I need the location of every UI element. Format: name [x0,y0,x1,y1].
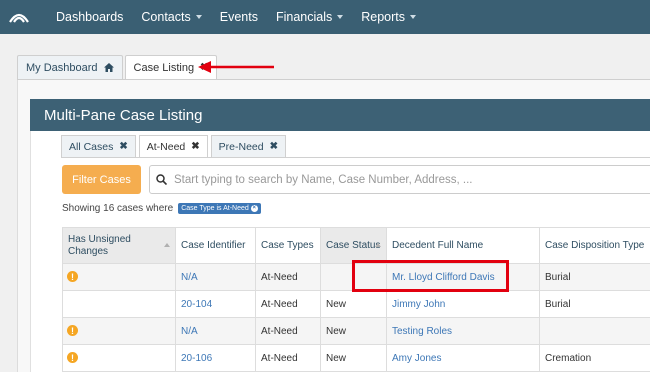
cell-decedent-name[interactable]: Jimmy John [386,290,540,318]
col-case-status[interactable]: Case Status [320,227,387,264]
panel-body: All Cases ✖ At-Need ✖ Pre-Need ✖ Filter Cas… [30,131,650,372]
cell-case-id[interactable]: 20-104 [175,290,256,318]
close-icon[interactable]: ✖ [191,141,199,152]
tab-case-listing-label: Case Listing [133,61,195,74]
col-case-identifier[interactable]: Case Identifier [175,227,256,264]
cell-case-id[interactable]: N/A [175,263,256,291]
nav-dashboards-label: Dashboards [56,10,124,24]
search-icon [156,174,167,185]
cell-warning: ! [62,263,176,291]
cell-status: New [320,317,387,345]
filter-cases-button[interactable]: Filter Cases [62,165,141,194]
table-header-row: Has Unsigned Changes Case Identifier Cas… [62,227,650,264]
col-case-status-label: Case Status [326,239,381,251]
nav-financials-label: Financials [275,10,333,24]
nav-financials[interactable]: Financials [275,10,344,24]
search-placeholder: Start typing to search by Name, Case Num… [174,173,473,186]
case-listing-panel: Multi-Pane Case Listing All Cases ✖ At-Ne… [17,80,650,372]
nav-events-label: Events [219,10,258,24]
col-case-identifier-label: Case Identifier [181,239,246,251]
table-row[interactable]: ! N/A At-Need New Testing Roles [62,317,650,345]
cell-case-type: At-Need [255,317,321,345]
warning-icon: ! [67,352,78,364]
page-tabs: My Dashboard Case Listing ✖ [17,55,219,79]
cell-case-id[interactable]: 20-106 [175,344,256,372]
case-search-input[interactable]: Start typing to search by Name, Case Num… [149,165,650,194]
cell-case-type: At-Need [255,344,321,372]
tab-pre-need[interactable]: Pre-Need ✖ [210,135,287,157]
sort-icon [375,243,381,247]
close-icon[interactable]: ✖ [119,141,127,152]
col-disposition-type[interactable]: Case Disposition Type [539,227,650,264]
case-table: Has Unsigned Changes Case Identifier Cas… [62,227,650,372]
tab-at-need-label: At-Need [146,140,186,153]
tab-pre-need-label: Pre-Need [218,140,264,153]
col-disposition-type-label: Case Disposition Type [545,239,645,251]
results-summary: Showing 16 cases where Case Type is At-N… [62,203,261,214]
cell-decedent-name[interactable]: Testing Roles [386,317,540,345]
cell-status: New [320,344,387,372]
cell-case-type: At-Need [255,290,321,318]
case-type-tabs: All Cases ✖ At-Need ✖ Pre-Need ✖ [61,135,289,157]
cell-disposition: Burial [539,263,650,291]
col-unsigned-changes-label: Has Unsigned Changes [68,233,131,257]
caret-down-icon [337,15,344,19]
cell-disposition: Cremation [539,344,650,372]
caret-down-icon [195,15,202,19]
cell-decedent-name[interactable]: Amy Jones [386,344,540,372]
cell-warning [62,290,176,318]
tab-my-dashboard-label: My Dashboard [26,61,98,74]
sub-tab-divider [61,157,650,158]
remove-filter-icon[interactable]: × [250,205,258,212]
warning-icon: ! [67,325,78,337]
tab-all-cases[interactable]: All Cases ✖ [61,135,136,157]
top-navbar: Dashboards Contacts Events Financials Re… [0,0,650,34]
col-case-types[interactable]: Case Types [255,227,321,264]
nav-contacts-label: Contacts [141,10,191,24]
tab-all-cases-label: All Cases [69,140,114,153]
arc-logo-icon[interactable] [0,0,38,34]
nav-reports[interactable]: Reports [361,10,417,24]
cell-case-id[interactable]: N/A [175,317,256,345]
nav-dashboards[interactable]: Dashboards [56,10,123,24]
tab-my-dashboard[interactable]: My Dashboard [17,55,123,79]
col-unsigned-changes[interactable]: Has Unsigned Changes [62,227,176,264]
cell-disposition [539,317,650,345]
close-icon[interactable]: ✖ [270,141,278,152]
cell-warning: ! [62,317,176,345]
tab-at-need[interactable]: At-Need ✖ [138,135,208,157]
table-row[interactable]: ! 20-106 At-Need New Amy Jones Cremation [62,344,650,372]
home-icon [103,63,114,72]
nav-reports-label: Reports [361,10,406,24]
annotation-highlight-box [352,260,509,292]
nav-events[interactable]: Events [220,10,258,24]
filter-badge-label: Case Type is At-Need [181,205,249,212]
warning-icon: ! [67,271,78,283]
table-row[interactable]: 20-104 At-Need New Jimmy John Burial [62,290,650,318]
results-count-text: Showing 16 cases where [62,203,174,214]
annotation-arrow-icon [198,61,274,73]
filter-badge[interactable]: Case Type is At-Need × [178,203,261,214]
cell-status: New [320,290,387,318]
col-case-types-label: Case Types [261,239,314,251]
sort-icon [164,243,170,247]
col-decedent-name[interactable]: Decedent Full Name [386,227,540,264]
nav-contacts[interactable]: Contacts [141,10,202,24]
cell-warning: ! [62,344,176,372]
cell-disposition: Burial [539,290,650,318]
cell-case-type: At-Need [255,263,321,291]
caret-down-icon [410,15,417,19]
panel-title: Multi-Pane Case Listing [30,99,650,131]
col-decedent-name-label: Decedent Full Name [392,239,484,251]
